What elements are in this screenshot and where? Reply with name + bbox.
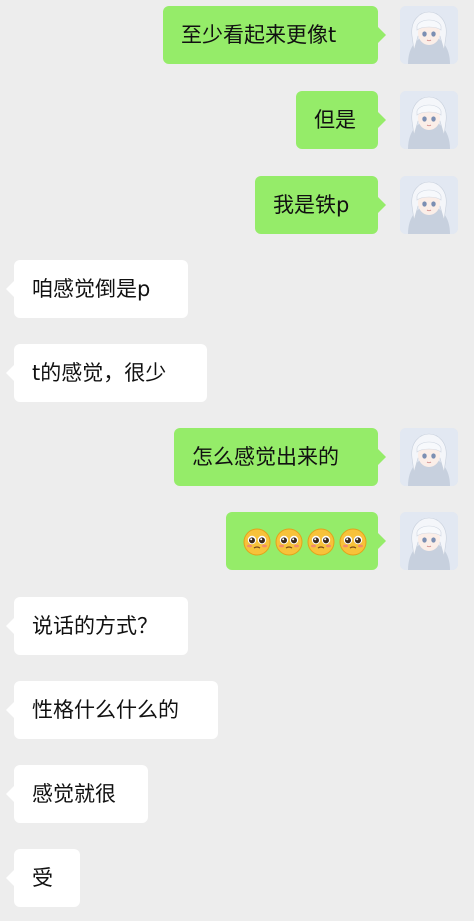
message-bubble-incoming[interactable]: 性格什么什么的 [6, 681, 218, 739]
pleading-face-icon [339, 528, 367, 556]
message-bubble-outgoing[interactable]: 怎么感觉出来的 [174, 428, 386, 486]
user-avatar[interactable] [400, 176, 458, 234]
user-avatar[interactable] [400, 512, 458, 570]
message-bubble-incoming[interactable]: 感觉就很 [6, 765, 148, 823]
user-avatar[interactable] [400, 6, 458, 64]
message-text: 我是铁p [273, 193, 350, 217]
message-text: 怎么感觉出来的 [192, 445, 339, 469]
pleading-face-icon [307, 528, 335, 556]
message-bubble-incoming[interactable]: t的感觉，很少 [6, 344, 207, 402]
user-avatar[interactable] [400, 428, 458, 486]
message-bubble-outgoing[interactable]: 我是铁p [255, 176, 386, 234]
message-text: 但是 [314, 108, 356, 132]
pleading-face-icon [275, 528, 303, 556]
message-text: 至少看起来更像t [181, 23, 337, 47]
user-avatar[interactable] [400, 91, 458, 149]
message-bubble-incoming[interactable]: 受 [6, 849, 80, 907]
message-bubble-incoming[interactable]: 咱感觉倒是p [6, 260, 188, 318]
message-bubble-outgoing[interactable]: 但是 [296, 91, 386, 149]
message-text: 受 [32, 866, 53, 890]
message-text: 性格什么什么的 [32, 698, 179, 722]
chat-message-list[interactable]: 至少看起来更像t 但是 我是铁p 咱感觉倒是p t的感觉，很少 怎么感觉出来的 … [0, 0, 474, 921]
message-text: 咱感觉倒是p [32, 277, 151, 301]
message-bubble-outgoing[interactable] [226, 512, 386, 570]
message-text: 说话的方式？ [32, 614, 158, 638]
emoji-sequence [243, 528, 367, 556]
message-text: 感觉就很 [32, 782, 116, 806]
pleading-face-icon [243, 528, 271, 556]
message-bubble-incoming[interactable]: 说话的方式？ [6, 597, 188, 655]
message-text: t的感觉，很少 [32, 361, 167, 385]
message-bubble-outgoing[interactable]: 至少看起来更像t [163, 6, 386, 64]
